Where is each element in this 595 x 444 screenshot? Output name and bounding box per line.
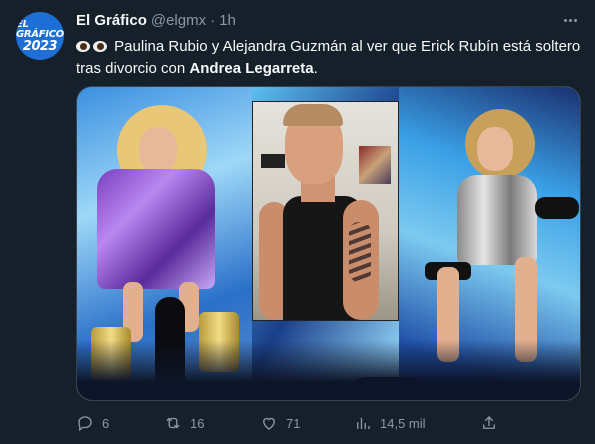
- avatar[interactable]: EL GRÁFICO 2023: [16, 12, 64, 60]
- views-icon: [357, 417, 370, 429]
- tweet-text-end: .: [313, 60, 318, 77]
- avatar-line1: EL GRÁFICO: [16, 18, 64, 40]
- tweet-actions: 6 16 71 14,5 mil: [76, 411, 576, 435]
- timestamp[interactable]: 1h: [219, 12, 236, 29]
- heart-icon: [263, 417, 275, 430]
- reply-icon: [78, 416, 92, 432]
- tweet-text-main: Paulina Rubio y Alejandra Guzmán al ver …: [76, 38, 581, 77]
- views-count: 14,5 mil: [380, 415, 426, 431]
- tweet-image[interactable]: [76, 86, 581, 401]
- retweet-icon: [166, 417, 180, 429]
- tweet-text: Paulina Rubio y Alejandra Guzmán al ver …: [76, 36, 581, 80]
- reply-button[interactable]: 6: [76, 411, 109, 435]
- separator: ·: [210, 11, 216, 29]
- account-name[interactable]: El Gráfico: [76, 12, 147, 29]
- tweet-text-mention[interactable]: Andrea Legarreta: [189, 60, 313, 77]
- eyes-emoji: [93, 41, 107, 52]
- like-button[interactable]: 71: [260, 411, 300, 435]
- center-photo: [252, 101, 399, 321]
- share-button[interactable]: [480, 411, 498, 435]
- reply-count: 6: [102, 415, 110, 431]
- tweet[interactable]: EL GRÁFICO 2023 El Gráfico @elgmx · 1h P…: [0, 0, 595, 444]
- tweet-header: El Gráfico @elgmx · 1h: [76, 10, 236, 30]
- retweet-count: 16: [190, 415, 205, 431]
- retweet-button[interactable]: 16: [164, 411, 204, 435]
- avatar-line2: 2023: [22, 38, 58, 54]
- share-icon: [483, 416, 495, 429]
- views-button[interactable]: 14,5 mil: [354, 411, 426, 435]
- like-count: 71: [286, 415, 301, 431]
- stage-floor: [77, 340, 580, 400]
- account-handle[interactable]: @elgmx: [151, 12, 206, 29]
- more-icon[interactable]: [559, 10, 581, 30]
- eyes-emoji: [76, 41, 90, 52]
